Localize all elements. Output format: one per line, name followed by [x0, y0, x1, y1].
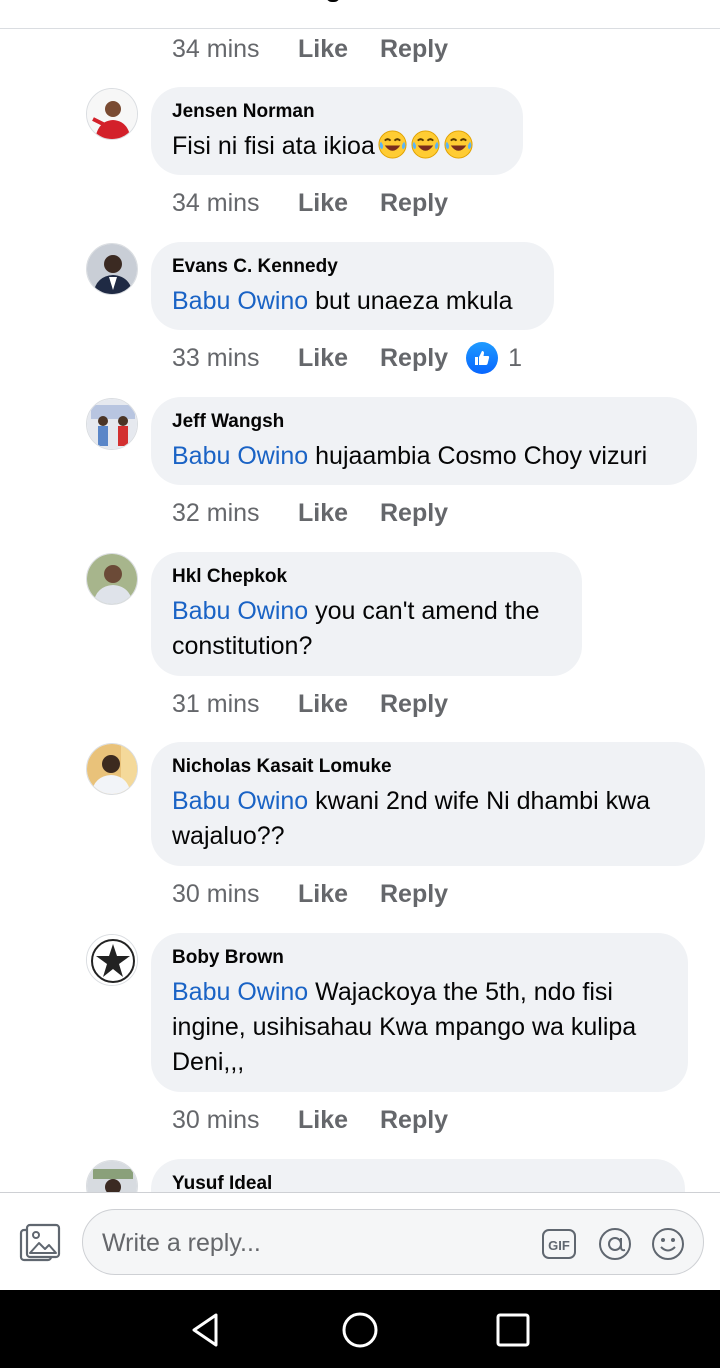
comment-author[interactable]: Yusuf Ideal [172, 1173, 663, 1192]
comment-meta-row: 30 mins Like Reply [172, 874, 448, 914]
mention-link[interactable]: Babu Owino [172, 442, 308, 470]
reaction-summary[interactable]: 1 [466, 342, 522, 374]
comment-text: Babu Owino Wajackoya the 5th, ndo fisi i… [172, 975, 666, 1080]
avatar[interactable] [86, 934, 138, 986]
comment-body: hujaambia Cosmo Choy vizuri [308, 442, 648, 470]
comment-time: 30 mins [172, 1105, 260, 1134]
comment-text: Babu Owino hujaambia Cosmo Choy vizuri [172, 439, 675, 474]
like-button[interactable]: Like [298, 189, 380, 218]
reply-input-box[interactable]: GIF [82, 1209, 704, 1275]
comment-meta-row: 34 mins Like Reply [172, 183, 448, 223]
comment-author[interactable]: Jensen Norman [172, 101, 501, 123]
comment-bubble[interactable]: Hkl Chepkok Babu Owino you can't amend t… [151, 552, 582, 676]
reply-button[interactable]: Reply [380, 690, 448, 719]
comment-meta-row: 33 mins Like Reply 1 [172, 338, 522, 378]
laughing-tears-emoji-icon [378, 130, 407, 159]
comment-bubble[interactable]: Nicholas Kasait Lomuke Babu Owino kwani … [151, 742, 705, 866]
recents-square-icon[interactable] [493, 1310, 533, 1350]
mention-link[interactable]: Babu Owino [172, 287, 308, 315]
gif-icon[interactable]: GIF [541, 1226, 577, 1262]
comment-meta-row: 32 mins Like Reply [172, 493, 448, 533]
avatar[interactable] [86, 553, 138, 605]
reply-button[interactable]: Reply [380, 35, 448, 64]
comment-bubble[interactable]: Evans C. Kennedy Babu Owino but unaeza m… [151, 242, 554, 330]
comment-bubble[interactable]: Yusuf Ideal [151, 1159, 685, 1192]
like-button[interactable]: Like [298, 35, 380, 64]
mention-link[interactable]: Babu Owino [172, 787, 308, 815]
top-bar [0, 0, 720, 29]
like-button[interactable]: Like [298, 344, 380, 373]
comment-body: but unaeza mkula [308, 287, 513, 315]
back-triangle-icon[interactable] [186, 1310, 226, 1350]
reply-input[interactable] [100, 1224, 524, 1262]
reaction-count: 1 [508, 343, 522, 372]
avatar[interactable] [86, 743, 138, 795]
reply-button[interactable]: Reply [380, 344, 448, 373]
comment-bubble[interactable]: Jensen Norman Fisi ni fisi ata ikioa [151, 87, 523, 175]
reply-button[interactable]: Reply [380, 499, 448, 528]
like-button[interactable]: Like [298, 499, 380, 528]
laughing-tears-emoji-icon [444, 130, 473, 159]
reply-composer: GIF [0, 1192, 720, 1291]
reply-button[interactable]: Reply [380, 1106, 448, 1135]
home-circle-icon[interactable] [340, 1310, 380, 1350]
like-button[interactable]: Like [298, 880, 380, 909]
system-navigation-bar [0, 1290, 720, 1368]
comment-bubble[interactable]: Jeff Wangsh Babu Owino hujaambia Cosmo C… [151, 397, 697, 485]
comment-time: 34 mins [172, 34, 260, 63]
at-mention-icon[interactable] [597, 1226, 633, 1262]
laughing-tears-emoji-icon [411, 130, 440, 159]
avatar[interactable] [86, 88, 138, 140]
comment-thread[interactable]: 34 mins Like Reply Jensen Norman Fisi ni… [0, 29, 720, 1192]
comment-time: 33 mins [172, 343, 260, 372]
photo-gallery-icon[interactable] [18, 1223, 62, 1263]
reply-button[interactable]: Reply [380, 880, 448, 909]
mention-link[interactable]: Babu Owino [172, 597, 308, 625]
comment-text: Babu Owino you can't amend the constitut… [172, 594, 560, 664]
like-button[interactable]: Like [298, 1106, 380, 1135]
reply-button[interactable]: Reply [380, 189, 448, 218]
comment-time: 30 mins [172, 879, 260, 908]
comment-body: Fisi ni fisi ata ikioa [172, 132, 375, 160]
comment-meta-row: 31 mins Like Reply [172, 684, 448, 724]
svg-text:GIF: GIF [548, 1238, 570, 1253]
mention-link[interactable]: Babu Owino [172, 978, 308, 1006]
avatar[interactable] [86, 1160, 138, 1192]
emoji-icon[interactable] [650, 1226, 686, 1262]
comment-text: Babu Owino but unaeza mkula [172, 284, 532, 319]
like-button[interactable]: Like [298, 690, 380, 719]
thumbs-up-icon [466, 342, 499, 374]
avatar[interactable] [86, 243, 138, 295]
comment-time: 31 mins [172, 689, 260, 718]
comment-text: Fisi ni fisi ata ikioa [172, 129, 501, 164]
comment-text: Babu Owino kwani 2nd wife Ni dhambi kwa … [172, 784, 683, 854]
avatar[interactable] [86, 398, 138, 450]
comment-meta-row: 34 mins Like Reply [172, 29, 448, 69]
comment-author[interactable]: Jeff Wangsh [172, 411, 675, 433]
comment-meta-row: 30 mins Like Reply [172, 1100, 448, 1140]
comment-author[interactable]: Nicholas Kasait Lomuke [172, 756, 683, 778]
cropped-header-glyph [326, 0, 340, 2]
comment-author[interactable]: Evans C. Kennedy [172, 256, 532, 278]
comment-author[interactable]: Boby Brown [172, 947, 666, 969]
comment-bubble[interactable]: Boby Brown Babu Owino Wajackoya the 5th,… [151, 933, 688, 1092]
comment-time: 34 mins [172, 188, 260, 217]
comment-author[interactable]: Hkl Chepkok [172, 566, 560, 588]
comment-time: 32 mins [172, 498, 260, 527]
